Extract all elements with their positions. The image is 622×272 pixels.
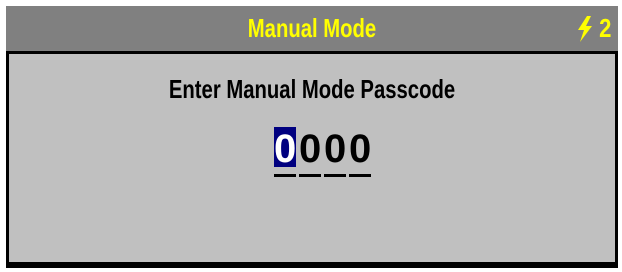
status-indicator: 2 — [576, 6, 612, 51]
passcode-digit-3-wrapper[interactable]: 0 — [324, 127, 346, 181]
status-count: 2 — [598, 13, 611, 43]
screen-title: Manual Mode — [247, 13, 377, 43]
passcode-digit-2-wrapper[interactable]: 0 — [299, 127, 321, 181]
passcode-digit-4[interactable]: 0 — [349, 127, 371, 177]
lightning-bolt-icon — [577, 15, 592, 42]
passcode-digit-3[interactable]: 0 — [324, 127, 346, 177]
passcode-panel: Enter Manual Mode Passcode 0 0 0 0 — [9, 54, 615, 262]
hmi-screen: Manual Mode 2 Enter Manual Mode Passcode… — [6, 6, 618, 268]
title-bar: Manual Mode 2 — [6, 6, 618, 51]
passcode-digit-1[interactable]: 0 — [274, 127, 296, 171]
passcode-digit-4-wrapper[interactable]: 0 — [349, 127, 371, 181]
passcode-prompt: Enter Manual Mode Passcode — [168, 74, 456, 104]
passcode-input[interactable]: 0 0 0 0 — [274, 127, 371, 181]
passcode-digit-1-wrapper[interactable]: 0 — [274, 127, 296, 181]
passcode-digit-2[interactable]: 0 — [299, 127, 321, 177]
digit-underline — [274, 174, 296, 177]
